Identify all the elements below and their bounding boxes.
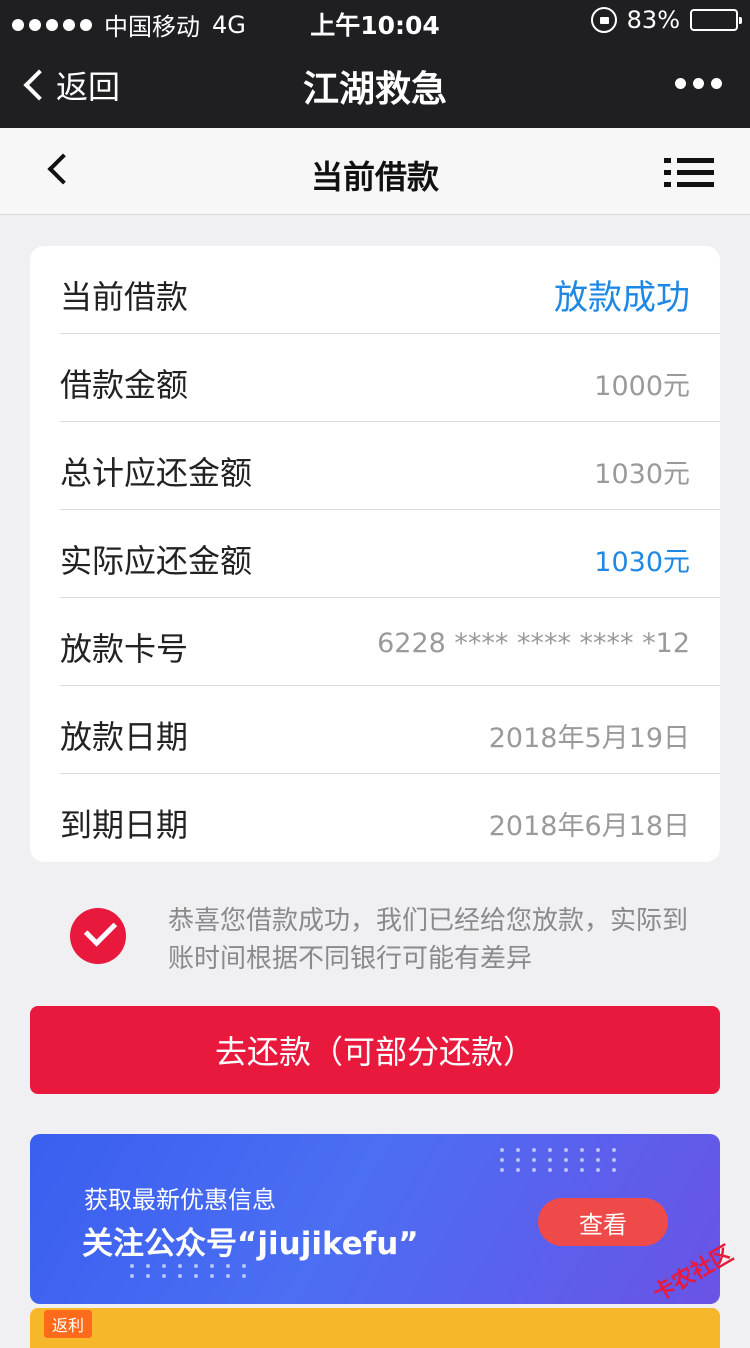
top-nav-bar: 返回 江湖救急 bbox=[0, 40, 750, 128]
check-circle-icon bbox=[70, 908, 126, 964]
due-date-row: 到期日期 2018年6月18日 bbox=[60, 774, 720, 862]
card-number-row: 放款卡号 6228 **** **** **** *12 bbox=[60, 598, 720, 686]
battery-percent: 83% bbox=[626, 6, 680, 34]
row-label: 借款金额 bbox=[60, 366, 189, 404]
banner-line1: 获取最新优惠信息 bbox=[84, 1186, 276, 1214]
actual-due-row: 实际应还金额 1030元 bbox=[60, 510, 720, 598]
total-due-row: 总计应还金额 1030元 bbox=[60, 422, 720, 510]
banner-line2: 关注公众号“jiujikefu” bbox=[82, 1226, 419, 1262]
loan-header-label: 当前借款 bbox=[60, 278, 189, 316]
row-label: 放款卡号 bbox=[60, 630, 189, 668]
bottom-promo-banner[interactable]: 返利 bbox=[30, 1308, 720, 1348]
more-options-icon[interactable] bbox=[675, 78, 722, 89]
row-label: 放款日期 bbox=[60, 718, 189, 756]
sub-nav-bar: 当前借款 bbox=[0, 128, 750, 215]
orientation-lock-icon bbox=[590, 7, 617, 33]
promo-banner[interactable]: 获取最新优惠信息 关注公众号“jiujikefu” 查看 bbox=[30, 1134, 720, 1304]
app-title: 江湖救急 bbox=[302, 69, 447, 110]
notice-text: 恭喜您借款成功，我们已经给您放款，实际到账时间根据不同银行可能有差异 bbox=[168, 906, 689, 974]
status-bar: 中国移动 4G 上午10:04 83% bbox=[0, 0, 750, 41]
loan-date-row: 放款日期 2018年5月19日 bbox=[60, 686, 720, 774]
loan-amount-row: 借款金额 1000元 bbox=[60, 334, 720, 422]
row-value: 1030元 bbox=[594, 459, 690, 490]
row-value: 1030元 bbox=[594, 547, 690, 578]
page-title: 当前借款 bbox=[310, 158, 439, 196]
loan-status: 放款成功 bbox=[554, 278, 690, 318]
row-value: 2018年6月18日 bbox=[488, 811, 690, 842]
repay-button[interactable]: 去还款（可部分还款） bbox=[30, 1006, 720, 1094]
battery-icon bbox=[690, 9, 742, 31]
row-value: 1000元 bbox=[594, 371, 690, 402]
view-button[interactable]: 查看 bbox=[538, 1198, 668, 1246]
decorative-dots-icon bbox=[500, 1148, 622, 1172]
row-label: 总计应还金额 bbox=[60, 454, 253, 492]
status-right: 83% bbox=[590, 6, 742, 34]
row-label: 实际应还金额 bbox=[60, 542, 253, 580]
row-value: 6228 **** **** **** *12 bbox=[377, 628, 690, 659]
row-value: 2018年5月19日 bbox=[488, 723, 690, 754]
row-label: 到期日期 bbox=[60, 806, 189, 844]
menu-list-icon[interactable] bbox=[664, 158, 714, 188]
success-notice: 恭喜您借款成功，我们已经给您放款，实际到账时间根据不同银行可能有差异 bbox=[70, 902, 720, 982]
decorative-dots-icon bbox=[130, 1264, 252, 1278]
loan-card: 当前借款 放款成功 借款金额 1000元 总计应还金额 1030元 实际应还金额… bbox=[30, 246, 720, 862]
loan-status-row: 当前借款 放款成功 bbox=[60, 246, 720, 334]
